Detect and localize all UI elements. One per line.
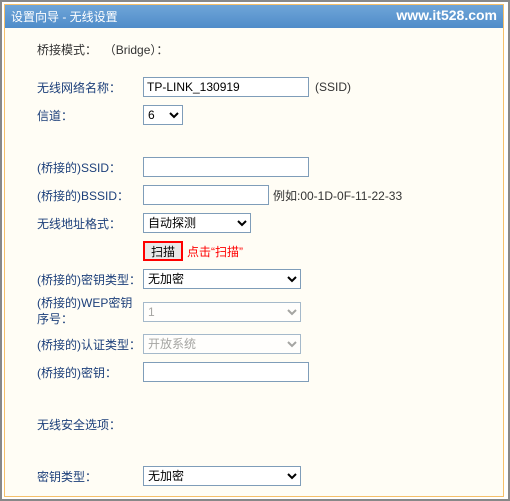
page-title: 设置向导 - 无线设置	[11, 10, 118, 24]
bridged-bssid-label: (桥接的)BSSID：	[37, 187, 143, 204]
key-input[interactable]	[143, 362, 309, 382]
channel-select[interactable]: 6	[143, 105, 183, 125]
bssid-example: 例如:00-1D-0F-11-22-33	[273, 187, 402, 204]
watermark-url: www.it528.com	[396, 7, 497, 23]
ssid-label: 无线网络名称：	[37, 79, 143, 96]
wep-index-label: (桥接的)WEP密钥序号：	[37, 296, 143, 327]
security-opt-label: 无线安全选项：	[37, 416, 121, 433]
description-text: 如果您选择了无加密模式，其他无线设备可以无需设置加密信息就能接入此AP。为保障网…	[143, 493, 475, 497]
bridge-mode-value: （Bridge）：	[104, 41, 169, 58]
bridged-ssid-input[interactable]	[143, 157, 309, 177]
bridged-bssid-input[interactable]	[143, 185, 269, 205]
auth-type-select[interactable]: 开放系统	[143, 334, 301, 354]
scan-note: 点击“扫描”	[187, 243, 243, 260]
bridge-mode-row: 桥接模式： （Bridge）：	[37, 38, 475, 60]
addr-format-select[interactable]: 自动探测	[143, 213, 251, 233]
enc-type-select[interactable]: 无加密	[143, 466, 301, 486]
key-type-select[interactable]: 无加密	[143, 269, 301, 289]
ssid-note: (SSID)	[315, 80, 351, 94]
wep-index-select[interactable]: 1	[143, 302, 301, 322]
scan-button[interactable]: 扫描	[143, 241, 183, 261]
key-type-label: (桥接的)密钥类型：	[37, 271, 143, 288]
bridged-ssid-label: (桥接的)SSID：	[37, 159, 143, 176]
title-bar: 设置向导 - 无线设置 www.it528.com	[5, 5, 503, 28]
key-label: (桥接的)密钥：	[37, 364, 143, 381]
addr-format-label: 无线地址格式：	[37, 215, 143, 232]
enc-type-label: 密钥类型：	[37, 468, 143, 485]
ssid-input[interactable]	[143, 77, 309, 97]
auth-type-label: (桥接的)认证类型：	[37, 336, 143, 353]
channel-label: 信道：	[37, 107, 143, 124]
bridge-mode-label: 桥接模式：	[37, 41, 97, 58]
